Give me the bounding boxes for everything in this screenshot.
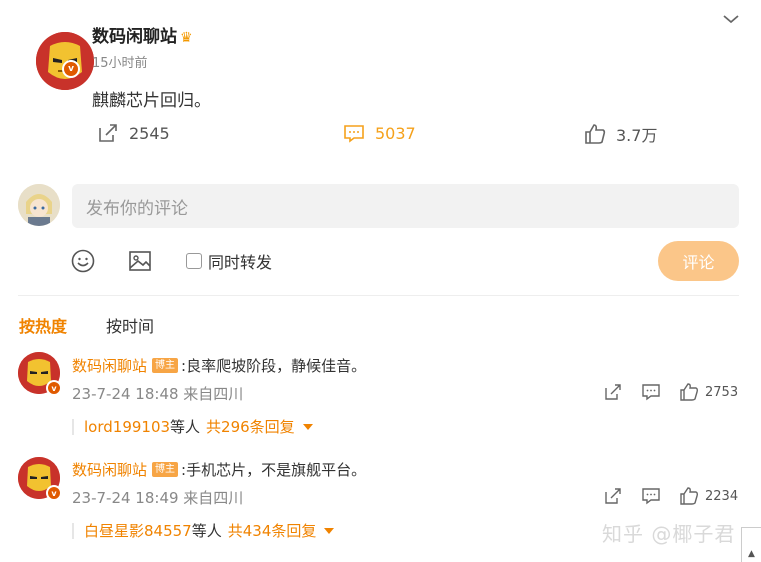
thumbs-up-icon[interactable] <box>679 486 699 506</box>
comment-button[interactable]: 5037 <box>343 122 416 144</box>
reply-mid-text: 等人 <box>170 418 201 436</box>
also-repost-label: 同时转发 <box>208 253 273 272</box>
reply-summary[interactable]: 白昼星影84557 等人 共434条回复 <box>72 520 335 541</box>
reply-user[interactable]: 白昼星影84557 <box>84 520 192 541</box>
comment-like-count: 2753 <box>705 384 739 400</box>
comment-input[interactable]: 发布你的评论 <box>72 184 739 228</box>
caret-down-icon[interactable] <box>324 527 335 534</box>
repost-count: 2545 <box>129 123 170 143</box>
comment-text-line: 数码闲聊站 博主 :良率爬坡阶段，静候佳音。 <box>72 355 366 376</box>
post-time: 15小时前 <box>92 56 148 71</box>
comment-icon[interactable] <box>641 382 661 402</box>
comment-like-count: 2234 <box>705 488 739 504</box>
comment-meta: 23-7-24 18:49 来自四川 <box>72 489 244 507</box>
emoji-icon[interactable] <box>70 248 96 274</box>
image-icon[interactable] <box>127 248 153 274</box>
divider <box>18 295 739 296</box>
comment-text: :手机芯片，不是旗舰平台。 <box>181 461 367 479</box>
author-tag: 博主 <box>152 358 179 373</box>
verified-badge-icon: v <box>46 485 62 501</box>
like-count: 3.7万 <box>616 126 658 145</box>
comment-text-line: 数码闲聊站 博主 :手机芯片，不是旗舰平台。 <box>72 459 366 480</box>
comment-count: 5037 <box>375 123 416 143</box>
verified-badge-icon: v <box>62 60 80 78</box>
verified-badge-icon: v <box>46 380 62 396</box>
author-tag: 博主 <box>152 462 179 477</box>
comment-avatar[interactable]: v <box>18 457 62 501</box>
share-icon <box>99 124 117 142</box>
tab-sort-hot[interactable]: 按热度 <box>19 313 67 337</box>
caret-down-icon[interactable] <box>302 423 313 430</box>
comment-actions: 2234 <box>603 486 738 506</box>
reply-summary[interactable]: lord199103 等人 共296条回复 <box>72 416 313 437</box>
also-repost-checkbox[interactable] <box>186 253 202 269</box>
current-user-avatar[interactable] <box>18 184 60 226</box>
repost-button[interactable]: 2545 <box>97 122 170 144</box>
comment-icon[interactable] <box>641 486 661 506</box>
tab-sort-time[interactable]: 按时间 <box>106 313 154 337</box>
also-repost-toggle[interactable]: 同时转发 <box>186 249 272 273</box>
scroll-corner-icon[interactable]: ▲ <box>741 527 761 562</box>
comment-actions: 2753 <box>603 382 738 402</box>
comment-input-placeholder: 发布你的评论 <box>86 198 188 219</box>
share-icon[interactable] <box>603 382 623 402</box>
comment-author[interactable]: 数码闲聊站 <box>72 355 147 376</box>
share-icon[interactable] <box>603 486 623 506</box>
post-actions: 2545 5037 3.7万 <box>0 122 761 146</box>
reply-count-link[interactable]: 共434条回复 <box>228 520 317 541</box>
author-name-text: 数码闲聊站 <box>92 27 177 47</box>
submit-comment-button[interactable]: 评论 <box>658 241 739 281</box>
reply-bar <box>72 522 74 539</box>
post-author-name[interactable]: 数码闲聊站 ♛ <box>92 22 193 47</box>
reply-mid-text: 等人 <box>191 522 222 540</box>
post-author-avatar[interactable]: v <box>18 16 94 90</box>
like-button[interactable]: 3.7万 <box>584 122 657 146</box>
reply-bar <box>72 418 74 435</box>
comment-meta: 23-7-24 18:48 来自四川 <box>72 385 244 403</box>
comment-avatar[interactable]: v <box>18 352 62 396</box>
comment-author[interactable]: 数码闲聊站 <box>72 459 147 480</box>
post-content: 麒麟芯片回归。 <box>92 91 211 111</box>
comment-icon <box>344 125 364 143</box>
chevron-down-icon[interactable] <box>722 12 740 26</box>
thumbs-up-icon[interactable] <box>679 382 699 402</box>
comment-text: :良率爬坡阶段，静候佳音。 <box>181 357 367 375</box>
reply-user[interactable]: lord199103 <box>84 418 170 436</box>
watermark: 知乎 @椰子君 <box>602 522 736 546</box>
crown-icon: ♛ <box>180 30 193 46</box>
reply-count-link[interactable]: 共296条回复 <box>206 416 295 437</box>
thumbs-up-icon <box>585 124 606 144</box>
